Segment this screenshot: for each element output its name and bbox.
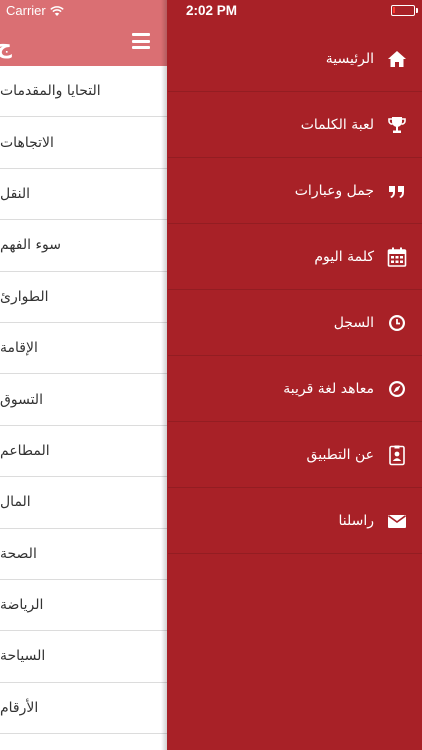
menu-item-label: عن التطبيق xyxy=(306,446,374,463)
category-item[interactable]: المطاعم xyxy=(0,426,167,478)
menu-item-history[interactable]: السجل xyxy=(168,290,422,356)
calendar-icon xyxy=(386,246,408,268)
hamburger-bar xyxy=(132,46,150,49)
trophy-icon xyxy=(386,114,408,136)
menu-item-contact[interactable]: راسلنا xyxy=(168,488,422,554)
menu-item-label: السجل xyxy=(333,314,374,331)
category-item[interactable]: المال xyxy=(0,477,167,529)
menu-item-word-game[interactable]: لعبة الكلمات xyxy=(168,92,422,158)
category-item[interactable]: الطوارئ xyxy=(0,272,167,323)
home-icon xyxy=(386,48,408,70)
menu-item-label: لعبة الكلمات xyxy=(300,116,374,133)
quote-icon xyxy=(386,180,408,202)
panel-shadow xyxy=(161,0,167,750)
category-item[interactable]: الاتجاهات xyxy=(0,117,167,169)
menu-item-label: كلمة اليوم xyxy=(314,248,374,265)
category-list: التحايا والمقدمات الاتجاهات النقل سوء ال… xyxy=(0,66,167,735)
badge-icon xyxy=(386,444,408,466)
compass-icon xyxy=(386,378,408,400)
category-item[interactable]: الإقامة xyxy=(0,323,167,375)
category-item[interactable]: الأرقام xyxy=(0,683,167,735)
battery-icon xyxy=(391,5,418,16)
status-time: 2:02 PM xyxy=(186,3,238,18)
menu-item-nearby-institutes[interactable]: معاهد لغة قريبة xyxy=(168,356,422,422)
category-item[interactable]: سوء الفهم xyxy=(0,220,167,272)
menu-item-about[interactable]: عن التطبيق xyxy=(168,422,422,488)
category-item[interactable]: الصحة xyxy=(0,529,167,580)
battery-level xyxy=(393,7,395,13)
carrier-indicator: Carrier xyxy=(6,3,64,18)
content-panel: Carrier ج التحايا والمقدمات الاتجاهات ال… xyxy=(0,0,167,750)
category-item[interactable]: السياحة xyxy=(0,631,167,683)
category-item[interactable]: النقل xyxy=(0,169,167,221)
header-title: ج xyxy=(0,34,12,59)
category-item[interactable]: التحايا والمقدمات xyxy=(0,66,167,118)
content-header: Carrier ج xyxy=(0,0,167,66)
hamburger-bar xyxy=(132,33,150,36)
side-menu: الرئيسية لعبة الكلمات جمل وعبارات كلمة ا… xyxy=(168,26,422,554)
menu-item-home[interactable]: الرئيسية xyxy=(168,26,422,92)
menu-item-label: راسلنا xyxy=(338,512,374,529)
category-item[interactable]: الرياضة xyxy=(0,580,167,632)
menu-item-label: الرئيسية xyxy=(325,50,374,67)
menu-item-label: جمل وعبارات xyxy=(294,182,374,199)
clock-icon xyxy=(386,312,408,334)
menu-item-phrases[interactable]: جمل وعبارات xyxy=(168,158,422,224)
menu-item-label: معاهد لغة قريبة xyxy=(283,380,374,397)
menu-item-word-of-day[interactable]: كلمة اليوم xyxy=(168,224,422,290)
hamburger-bar xyxy=(132,39,150,43)
hamburger-menu-button[interactable] xyxy=(132,33,150,49)
envelope-icon xyxy=(386,510,408,532)
carrier-label: Carrier xyxy=(6,3,46,18)
category-item[interactable]: التسوق xyxy=(0,374,167,426)
wifi-icon xyxy=(50,5,64,16)
